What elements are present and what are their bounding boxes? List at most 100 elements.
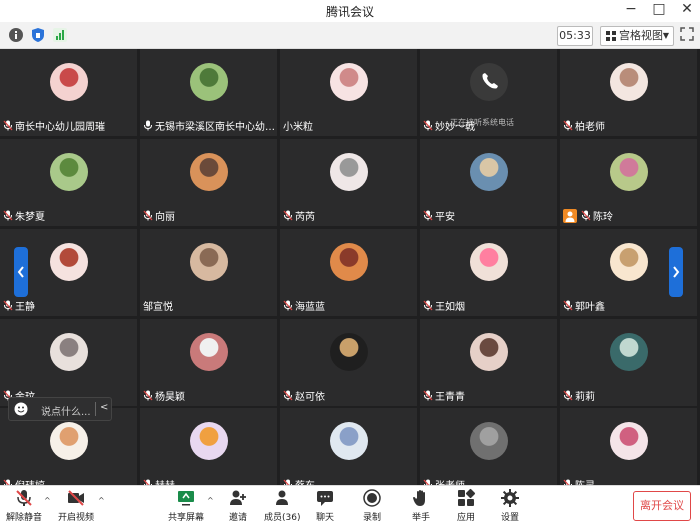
chevron-up-icon[interactable]: ^ — [44, 496, 51, 505]
mic-muted-icon — [563, 390, 573, 401]
participant-tile[interactable]: 向丽 — [140, 139, 277, 226]
maximize-button[interactable]: □ — [652, 1, 666, 17]
invite-label: 邀请 — [228, 513, 247, 523]
chevron-left-icon[interactable]: < — [100, 402, 108, 413]
participant-tile[interactable]: 杨昊颖 — [140, 319, 277, 406]
participant-name: 无锡市梁溪区南长中心幼… — [155, 122, 275, 133]
signal-icon[interactable] — [52, 27, 68, 43]
participant-tile[interactable]: 王如烟 — [420, 229, 557, 316]
apps-label: 应用 — [456, 513, 475, 523]
chat-label: 聊天 — [315, 513, 334, 523]
members-button[interactable]: 成员(36) — [264, 488, 300, 523]
mic-muted-icon — [283, 300, 293, 311]
fullscreen-icon[interactable] — [680, 27, 694, 41]
apps-button[interactable]: 应用 — [453, 488, 479, 523]
chat-input-bar[interactable]: 说点什么... < — [8, 397, 112, 421]
participant-tile[interactable]: 正在接听系统电话 妙妙～戟 — [420, 49, 557, 136]
participant-tile[interactable]: 王青青 — [420, 319, 557, 406]
participant-tile[interactable]: 莉莉 — [560, 319, 697, 406]
prev-page-button[interactable] — [14, 247, 28, 297]
record-button[interactable]: 录制 — [359, 488, 385, 523]
share-screen-label: 共享屏幕 — [168, 513, 205, 523]
unmute-label: 解除静音 — [6, 513, 43, 523]
participant-name-row: 小米粒 — [283, 118, 313, 133]
participant-tile[interactable]: 南长中心幼儿园周璀 — [0, 49, 137, 136]
participant-tile[interactable]: 陈玲 — [560, 139, 697, 226]
bottom-control-bar: 解除静音 ^ 开启视频 ^ 共享屏幕 ^ 邀请 成员(36) 聊天 录制 举手 … — [0, 485, 700, 526]
participant-name: 南长中心幼儿园周璀 — [15, 122, 105, 133]
host-icon — [563, 208, 577, 223]
participant-tile[interactable]: 无锡市梁溪区南长中心幼… — [140, 49, 277, 136]
mic-muted-icon — [143, 390, 153, 401]
participant-tile[interactable]: 蔡东 — [280, 408, 417, 495]
participant-tile[interactable]: 小米粒 — [280, 49, 417, 136]
participant-name-row: 邹宣悦 — [143, 298, 173, 313]
chat-placeholder[interactable]: 说点什么... — [41, 403, 91, 418]
mic-muted-icon — [143, 210, 153, 221]
avatar — [50, 422, 88, 460]
participant-tile[interactable]: 张老师 — [420, 408, 557, 495]
participant-name-row: 郭叶鑫 — [563, 298, 605, 313]
leave-meeting-button[interactable]: 离开会议 — [633, 491, 691, 521]
chat-button[interactable]: 聊天 — [312, 488, 338, 523]
participant-tile[interactable]: 朱梦夏 — [0, 139, 137, 226]
avatar — [610, 153, 648, 191]
participant-name: 芮芮 — [295, 212, 315, 223]
participant-tile[interactable]: 柏老师 — [560, 49, 697, 136]
participant-name: 邹宣悦 — [143, 302, 173, 313]
participant-name: 王静 — [15, 302, 35, 313]
share-screen-icon — [178, 491, 194, 506]
info-icon[interactable] — [8, 27, 24, 43]
chevron-right-icon — [673, 266, 680, 278]
avatar — [610, 422, 648, 460]
participant-name: 向丽 — [155, 212, 175, 223]
mic-muted-icon — [3, 210, 13, 221]
avatar — [330, 63, 368, 101]
participant-tile[interactable]: 陈灵 — [560, 408, 697, 495]
participant-tile[interactable]: 金玟 — [0, 319, 137, 406]
avatar — [470, 243, 508, 281]
share-screen-button[interactable]: 共享屏幕 — [168, 488, 204, 523]
members-label: 成员(36) — [264, 513, 301, 523]
participant-tile[interactable]: 邹宣悦 — [140, 229, 277, 316]
divider — [95, 402, 96, 416]
close-button[interactable]: ✕ — [680, 1, 694, 17]
participant-tile[interactable]: 芮芮 — [280, 139, 417, 226]
participant-name-row: 赵可依 — [283, 388, 325, 403]
participant-name-row: 柏老师 — [563, 118, 605, 133]
phone-icon — [470, 63, 508, 101]
mic-muted-icon — [3, 120, 13, 131]
mic-muted-icon — [423, 210, 433, 221]
chevron-up-icon[interactable]: ^ — [207, 496, 214, 505]
participant-tile[interactable]: 平安 — [420, 139, 557, 226]
settings-button[interactable]: 设置 — [497, 488, 523, 523]
avatar — [50, 63, 88, 101]
meeting-timer: 05:33 — [557, 26, 593, 46]
participant-name: 朱梦夏 — [15, 212, 45, 223]
raise-hand-button[interactable]: 举手 — [408, 488, 434, 523]
unmute-button[interactable]: 解除静音 — [6, 488, 42, 523]
avatar — [610, 333, 648, 371]
participant-tile[interactable]: 赫赫 — [140, 408, 277, 495]
emoji-icon[interactable] — [14, 402, 28, 416]
avatar — [470, 422, 508, 460]
avatar — [50, 243, 88, 281]
participant-tile[interactable]: 海蓝蓝 — [280, 229, 417, 316]
start-video-button[interactable]: 开启视频 — [58, 488, 94, 523]
members-icon — [276, 490, 288, 505]
view-mode-dropdown[interactable]: 宫格视图 ▼ — [600, 26, 674, 46]
camera-off-icon — [68, 490, 84, 506]
participant-name: 柏老师 — [575, 122, 605, 133]
participant-tile[interactable]: 倪玮婷 — [0, 408, 137, 495]
chevron-up-icon[interactable]: ^ — [98, 496, 105, 505]
invite-button[interactable]: 邀请 — [225, 488, 251, 523]
window-title: 腾讯会议 — [325, 5, 374, 19]
participant-tile[interactable]: 赵可依 — [280, 319, 417, 406]
next-page-button[interactable] — [669, 247, 683, 297]
minimize-button[interactable]: − — [624, 1, 638, 17]
view-mode-label: 宫格视图 — [619, 29, 663, 42]
shield-icon[interactable] — [30, 27, 46, 43]
apps-icon — [458, 488, 476, 506]
avatar — [190, 243, 228, 281]
avatar — [50, 153, 88, 191]
